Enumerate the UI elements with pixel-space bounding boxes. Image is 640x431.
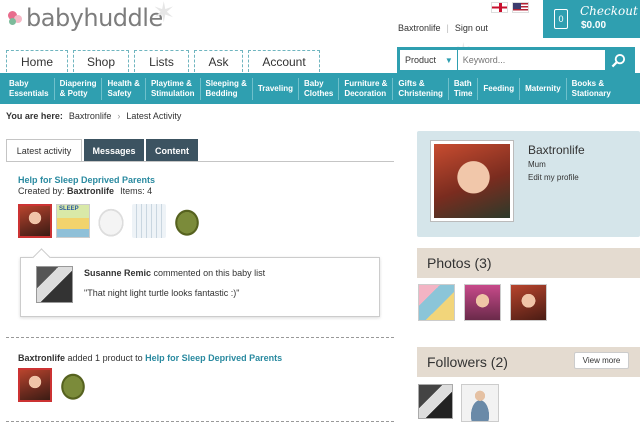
checkout-label: Checkout [580,4,638,18]
category-sleeping-bedding[interactable]: Sleeping & Bedding [201,77,253,100]
category-books-stationary[interactable]: Books & Stationary [567,78,616,100]
dropdown-arrow-icon: ▼ [444,55,453,65]
list-thumbnails: SLEEP [18,204,204,238]
photo-thumbnail[interactable] [464,284,501,321]
cart-count: 0 [558,14,564,24]
comment-text: "That night light turtle looks fantastic… [84,288,240,298]
breadcrumb-separator: › [117,111,121,121]
tab-latest-activity[interactable]: Latest activity [6,139,82,161]
created-by: Created by: Baxtronlife [18,186,115,196]
logo[interactable]: babyhuddle [6,4,163,32]
search-input[interactable] [457,50,606,70]
us-flag-icon[interactable] [512,2,529,13]
user-name-link[interactable]: Baxtronlife [398,23,441,33]
follower-avatar[interactable] [461,384,499,422]
tab-content[interactable]: Content [146,139,198,161]
commenter-avatar[interactable] [36,266,73,303]
search-button[interactable] [605,50,632,70]
search-category-select[interactable]: Product ▼ [400,50,457,70]
photos-row [418,284,547,321]
comment-header: Susanne Remic commented on this baby lis… [84,268,265,278]
nav-tab-shop[interactable]: Shop [73,50,129,72]
comment-action: commented on this baby list [153,268,266,278]
profile-card: Baxtronlife Mum Edit my profile [417,131,640,237]
logo-text: babyhuddle [26,4,163,32]
sign-out-link[interactable]: Sign out [455,23,488,33]
tab-messages[interactable]: Messages [84,139,144,161]
breadcrumb-item-user[interactable]: Baxtronlife [69,111,112,121]
photos-heading: Photos (3) [417,248,640,278]
edit-profile-link[interactable]: Edit my profile [528,173,579,182]
category-baby-essentials[interactable]: Baby Essentials [4,77,55,100]
breadcrumb-item-current: Latest Activity [126,111,182,121]
nav-tab-account[interactable]: Account [248,50,320,72]
activity-divider [6,421,394,422]
product-turtle-thumbnail[interactable] [170,204,204,238]
category-gifts-christening[interactable]: Gifts & Christening [393,77,449,100]
category-playtime-stimulation[interactable]: Playtime & Stimulation [146,77,201,100]
items-count: Items: 4 [120,186,153,196]
product-blanket-thumbnail[interactable] [94,204,128,238]
main-nav: Home Shop Lists Ask Account [6,50,320,72]
commenter-name[interactable]: Susanne Remic [84,268,151,278]
user-avatar[interactable] [18,368,52,402]
follower-avatar[interactable] [418,384,453,419]
search-bar: Product ▼ [397,47,635,73]
category-baby-clothes[interactable]: Baby Clothes [299,77,340,100]
profile-name: Baxtronlife [528,143,585,157]
category-furniture-decoration[interactable]: Furniture & Decoration [339,77,394,100]
search-category-value: Product [405,55,437,65]
flower-logo-icon [6,9,24,27]
user-links: Baxtronlife | Sign out [398,23,488,33]
creator-avatar[interactable] [18,204,52,238]
comment-card: Susanne Remic commented on this baby lis… [20,257,380,317]
activity-tabs: Latest activity Messages Content [6,139,198,161]
product-book-thumbnail[interactable]: SLEEP [56,204,90,238]
breadcrumb: You are here: Baxtronlife › Latest Activ… [6,111,181,121]
activity-list-title[interactable]: Help for Sleep Deprived Parents [18,175,155,185]
activity-item: Baxtronlife added 1 product to Help for … [18,353,282,363]
nav-tab-ask[interactable]: Ask [194,50,243,72]
activity-list-link[interactable]: Help for Sleep Deprived Parents [145,353,282,363]
star-decoration-icon: ✶ [152,0,176,28]
link-separator: | [446,23,449,33]
category-feeding[interactable]: Feeding [478,77,521,100]
uk-flag-icon[interactable] [491,2,508,13]
category-traveling[interactable]: Traveling [253,77,299,100]
language-flags [491,2,529,13]
photo-thumbnail[interactable] [510,284,547,321]
category-bath-time[interactable]: Bath Time [449,77,479,100]
activity-divider [6,337,394,338]
photo-thumbnail[interactable] [418,284,455,321]
activity-meta: Created by: Baxtronlife Items: 4 [18,186,152,196]
category-maternity[interactable]: Maternity [520,77,567,100]
breadcrumb-label: You are here: [6,111,63,121]
tab-underline [6,161,394,162]
category-bar: Baby Essentials Diapering & Potty Health &… [0,73,640,104]
shopping-bag-icon: 0 [554,9,568,29]
nav-tab-lists[interactable]: Lists [134,50,189,72]
nav-tab-home[interactable]: Home [6,50,68,72]
checkout-button[interactable]: 0 Checkout $0.00 [543,0,640,38]
cart-total: $0.00 [581,20,607,31]
activity-thumbnails [18,368,90,402]
creator-name[interactable]: Baxtronlife [67,186,114,196]
search-icon [611,53,626,67]
profile-photo[interactable] [431,141,513,221]
category-diapering-potty[interactable]: Diapering & Potty [55,77,103,100]
activity-action: added 1 product to [67,353,143,363]
activity-user[interactable]: Baxtronlife [18,353,65,363]
followers-row [418,384,499,422]
product-turtle-thumbnail[interactable] [56,368,90,402]
view-more-button[interactable]: View more [574,352,629,369]
profile-role: Mum [528,160,546,169]
category-health-safety[interactable]: Health & Safety [102,77,146,100]
product-towels-thumbnail[interactable] [132,204,166,238]
